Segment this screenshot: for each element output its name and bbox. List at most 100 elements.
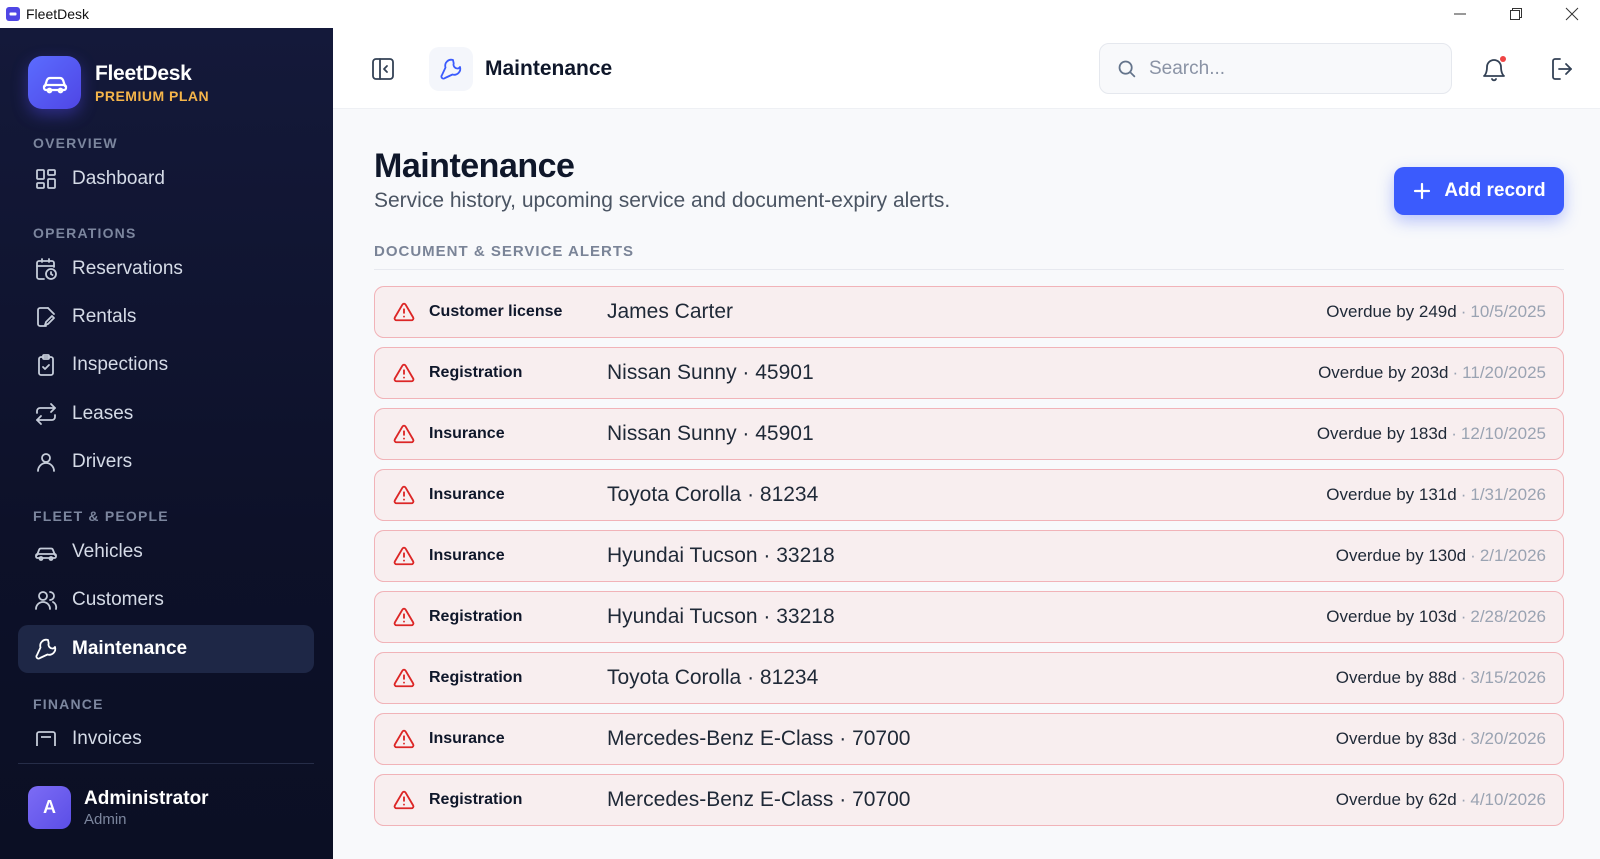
separator-dot: ·: [1460, 607, 1467, 626]
warning-icon: [393, 607, 415, 627]
alert-date: 3/20/2026: [1470, 729, 1546, 748]
sidebar-item-vehicles[interactable]: Vehicles: [18, 528, 314, 576]
alert-row[interactable]: Customer license James Carter Overdue by 2…: [374, 286, 1564, 338]
sidebar-item-label: Invoices: [72, 728, 142, 746]
alert-type: Insurance: [429, 547, 505, 564]
close-button[interactable]: [1544, 0, 1600, 28]
sidebar-item-drivers[interactable]: Drivers: [18, 438, 314, 486]
sidebar-item-label: Inspections: [72, 354, 169, 375]
search-box[interactable]: [1099, 43, 1452, 94]
alert-type: Insurance: [429, 486, 505, 503]
alert-date: 12/10/2025: [1460, 424, 1546, 443]
alert-type: Registration: [429, 669, 523, 686]
alert-row[interactable]: Insurance Toyota Corolla · 81234 Overdue b…: [374, 469, 1564, 521]
search-icon: [1118, 60, 1136, 78]
sidebar-toggle-button[interactable]: [370, 56, 396, 82]
warning-icon: [393, 302, 415, 322]
sidebar-item-label: Reservations: [72, 258, 183, 279]
restore-button[interactable]: [1488, 0, 1544, 28]
wrench-icon: [35, 638, 57, 660]
window-titlebar: FleetDesk: [0, 0, 1600, 28]
alert-date: 4/10/2026: [1470, 790, 1546, 809]
sidebar-item-dashboard[interactable]: Dashboard: [18, 155, 314, 203]
alert-date: 11/20/2025: [1462, 363, 1546, 382]
alert-overdue: Overdue by 103d: [1326, 607, 1457, 626]
alert-date: 1/31/2026: [1470, 485, 1546, 504]
sidebar-item-rentals[interactable]: Rentals: [18, 293, 314, 341]
sidebar-item-reservations[interactable]: Reservations: [18, 245, 314, 293]
add-record-button[interactable]: Add record: [1394, 167, 1564, 215]
alert-type: Insurance: [429, 425, 505, 442]
sidebar-item-invoices[interactable]: Invoices: [18, 728, 314, 746]
topbar-title: Maintenance: [485, 57, 613, 80]
search-input[interactable]: [1149, 57, 1429, 80]
brand[interactable]: FleetDesk PREMIUM PLAN: [28, 56, 209, 109]
panel-left-icon: [372, 58, 394, 80]
plus-icon: [1414, 182, 1431, 200]
alert-row[interactable]: Insurance Nissan Sunny · 45901 Overdue by …: [374, 408, 1564, 460]
sidebar-item-maintenance[interactable]: Maintenance: [18, 625, 314, 673]
alerts-section-label: DOCUMENT & SERVICE ALERTS: [374, 243, 635, 260]
separator-dot: ·: [1460, 790, 1467, 809]
close-icon: [1565, 7, 1579, 21]
sidebar-item-label: Maintenance: [72, 638, 188, 659]
sidebar-divider: [18, 763, 314, 764]
sidebar-item-label: Dashboard: [72, 168, 165, 189]
nav-section-finance: FINANCE: [33, 696, 104, 712]
page-subtitle: Service history, upcoming service and do…: [374, 189, 951, 212]
restore-icon: [1510, 8, 1522, 20]
alert-row[interactable]: Registration Mercedes-Benz E-Class · 7070…: [374, 774, 1564, 826]
brand-name: FleetDesk: [95, 61, 192, 85]
alert-row[interactable]: Registration Nissan Sunny · 45901 Overdue …: [374, 347, 1564, 399]
separator-dot: ·: [1460, 485, 1467, 504]
repeat-icon: [36, 403, 56, 425]
users-icon: [35, 591, 58, 610]
nav-section-operations: OPERATIONS: [33, 225, 137, 241]
sidebar-item-leases[interactable]: Leases: [18, 390, 314, 438]
alert-subject: Hyundai Tucson · 33218: [607, 544, 835, 567]
main-content: Maintenance Service history, upcoming se…: [333, 109, 1600, 859]
alert-type: Registration: [429, 608, 523, 625]
alert-overdue: Overdue by 130d: [1335, 546, 1467, 565]
alert-date: 3/15/2026: [1470, 668, 1546, 687]
alert-subject: Mercedes-Benz E-Class · 70700: [607, 727, 911, 750]
avatar: A: [28, 786, 71, 829]
alert-overdue: Overdue by 62d: [1335, 790, 1457, 809]
nav-section-fleet-people: FLEET & PEOPLE: [33, 508, 169, 524]
nav-section-overview: OVERVIEW: [33, 135, 118, 151]
separator-dot: ·: [1460, 302, 1467, 321]
alert-subject: Nissan Sunny · 45901: [607, 361, 814, 384]
file-edit-icon: [37, 307, 55, 327]
alert-type: Customer license: [429, 303, 563, 320]
sidebar-item-label: Rentals: [72, 306, 137, 327]
alert-row[interactable]: Insurance Hyundai Tucson · 33218 Overdue b…: [374, 530, 1564, 582]
user-icon: [37, 453, 55, 472]
warning-icon: [393, 363, 415, 383]
alert-subject: Toyota Corolla · 81234: [607, 483, 819, 506]
separator-dot: ·: [1460, 729, 1467, 748]
sidebar-item-inspections[interactable]: Inspections: [18, 341, 314, 389]
notifications-button[interactable]: [1481, 56, 1507, 82]
alert-date: 10/5/2025: [1470, 302, 1546, 321]
alert-overdue: Overdue by 203d: [1318, 363, 1449, 382]
user-profile[interactable]: A Administrator Admin: [28, 786, 209, 829]
section-divider: [374, 269, 1564, 270]
alert-overdue: Overdue by 83d: [1335, 729, 1457, 748]
alert-row[interactable]: Registration Hyundai Tucson · 33218 Overdu…: [374, 591, 1564, 643]
alert-row[interactable]: Registration Toyota Corolla · 81234 Overdu…: [374, 652, 1564, 704]
user-role: Admin: [84, 810, 127, 828]
separator-dot: ·: [1460, 668, 1467, 687]
alert-row[interactable]: Insurance Mercedes-Benz E-Class · 70700 Ov…: [374, 713, 1564, 765]
invoice-icon: [36, 731, 56, 746]
logout-button[interactable]: [1549, 56, 1575, 82]
warning-icon: [393, 546, 415, 566]
topbar: Maintenance: [333, 28, 1600, 109]
warning-icon: [393, 790, 415, 810]
sidebar-item-customers[interactable]: Customers: [18, 576, 314, 624]
alert-type: Registration: [429, 364, 523, 381]
logout-icon: [1552, 58, 1572, 80]
minimize-button[interactable]: [1432, 0, 1488, 28]
alert-subject: Nissan Sunny · 45901: [607, 422, 814, 445]
minimize-icon: [1454, 13, 1466, 15]
alert-overdue: Overdue by 131d: [1326, 485, 1457, 504]
